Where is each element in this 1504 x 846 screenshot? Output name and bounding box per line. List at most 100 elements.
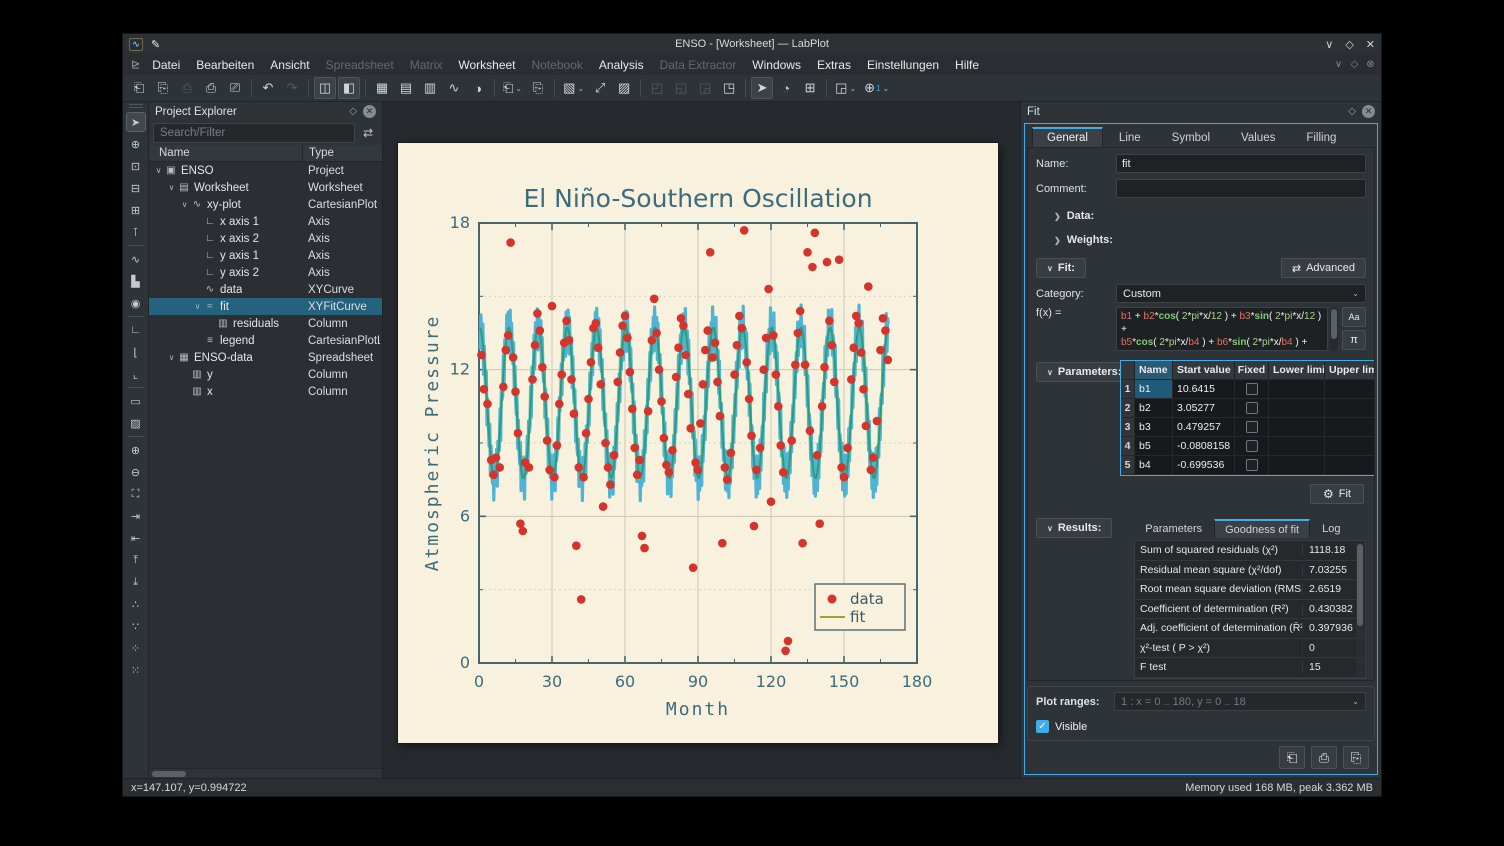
formula-scrollbar[interactable] [1330, 307, 1338, 351]
filter-options-icon[interactable]: ⇄ [358, 123, 378, 143]
functions-button[interactable]: Aa [1342, 307, 1366, 327]
shift-right-icon[interactable]: ⇥ [126, 506, 146, 526]
scale-reset-icon[interactable]: ⁙ [126, 660, 146, 680]
param-upper-limit-cell[interactable] [1325, 399, 1375, 417]
column-header-start-value[interactable]: Start value [1173, 361, 1235, 379]
tree-row-residuals[interactable]: ▥residualsColumn [149, 315, 382, 332]
param-fixed-cell[interactable] [1235, 418, 1269, 436]
data-section-toggle[interactable]: ❯ Data: [1054, 210, 1374, 222]
color-theme-icon[interactable]: ◑ [467, 77, 489, 99]
param-upper-limit-cell[interactable] [1325, 456, 1375, 474]
category-combobox[interactable]: Custom ⌄ [1116, 284, 1366, 303]
param-upper-limit-cell[interactable] [1325, 437, 1375, 455]
scale-auto-y-icon[interactable]: ⁘ [126, 638, 146, 658]
dock-float-icon[interactable]: ◇ [1348, 106, 1356, 117]
tree-row-x[interactable]: ▥xColumn [149, 383, 382, 400]
save-as-button[interactable]: ⎘ [1343, 746, 1369, 769]
polar-plot-tool-icon[interactable]: ◉ [126, 293, 146, 313]
formula-editor[interactable]: b1 + b2*cos( 2*pi*x/12 ) + b3*sin( 2*pi*… [1116, 307, 1328, 351]
menu-analysis[interactable]: Analysis [591, 56, 652, 74]
column-header-name[interactable]: Name [149, 145, 190, 161]
select-mode-icon[interactable]: ➤ [751, 77, 773, 99]
tree-row-xy-plot[interactable]: ∨∿xy-plotCartesianPlot [149, 196, 382, 213]
tree-row-x-axis-1[interactable]: ∟x axis 1Axis [149, 213, 382, 230]
menu-windows[interactable]: Windows [744, 56, 809, 74]
mdi-restore-icon[interactable]: ◇ [1348, 59, 1361, 70]
param-lower-limit-cell[interactable] [1269, 380, 1325, 398]
shift-up-icon[interactable]: ⤒ [126, 550, 146, 570]
column-header-fixed[interactable]: Fixed [1235, 361, 1269, 379]
param-lower-limit-cell[interactable] [1269, 418, 1325, 436]
layout-break-icon[interactable]: ◳ [718, 77, 740, 99]
tab-filling[interactable]: Filling [1291, 127, 1351, 147]
tab-values[interactable]: Values [1226, 127, 1290, 147]
x-axis-title[interactable]: Month [666, 699, 730, 720]
tree-row-fit[interactable]: ∨≈fitXYFitCurve [149, 298, 382, 315]
visible-checkbox[interactable]: ✓ [1036, 720, 1049, 733]
scrollbar-thumb[interactable] [1357, 544, 1363, 626]
param-fixed-cell[interactable] [1235, 437, 1269, 455]
name-input[interactable] [1116, 154, 1366, 173]
close-icon[interactable]: ✕ [1366, 38, 1375, 51]
axis-tool-3-icon[interactable]: ⌞ [126, 364, 146, 384]
new-xy-curve-icon[interactable]: ∿ [443, 77, 465, 99]
open-project-icon[interactable]: ⎘ [152, 77, 174, 99]
tab-general[interactable]: General [1032, 127, 1103, 147]
save-button[interactable]: ⎙ [1311, 746, 1337, 769]
weights-section-toggle[interactable]: ❯ Weights: [1054, 234, 1374, 246]
param-start-value-cell[interactable]: -0.0808158 [1173, 437, 1235, 455]
search-input[interactable] [153, 123, 355, 143]
advanced-button[interactable]: ⇄ Advanced [1281, 258, 1366, 278]
print-icon[interactable]: ⎙ [200, 77, 222, 99]
menu-datei[interactable]: Datei [144, 56, 188, 74]
scale-auto-icon[interactable]: ∴ [126, 594, 146, 614]
constants-button[interactable]: π [1342, 330, 1366, 350]
scrollbar-thumb[interactable] [152, 771, 186, 777]
box-tool-icon[interactable]: ▭ [126, 391, 146, 411]
tile-windows-icon[interactable]: ◫ [314, 77, 336, 99]
cascade-windows-icon[interactable]: ◧ [338, 77, 360, 99]
zoom-select-mode-icon[interactable]: ⊞ [799, 77, 821, 99]
menu-worksheet[interactable]: Worksheet [450, 56, 523, 74]
menu-ansicht[interactable]: Ansicht [262, 56, 317, 74]
zoom-in-icon[interactable]: ⊕ [126, 440, 146, 460]
y-axis-title[interactable]: Atmospheric Pressure [422, 315, 443, 572]
menu-hilfe[interactable]: Hilfe [947, 56, 987, 74]
dock-float-icon[interactable]: ◇ [349, 106, 357, 117]
expander-open-icon[interactable]: ∨ [179, 200, 190, 209]
zoom-out-icon[interactable]: ⊖ [126, 462, 146, 482]
tree-row-enso-data[interactable]: ∨▦ENSO-dataSpreadsheet [149, 349, 382, 366]
xy-curve-tool-icon[interactable]: ∿ [126, 249, 146, 269]
new-project-icon[interactable]: ⎗ [128, 77, 150, 99]
param-fixed-cell[interactable] [1235, 380, 1269, 398]
param-fixed-cell[interactable] [1235, 399, 1269, 417]
fixed-checkbox[interactable] [1246, 440, 1258, 452]
export-image-icon[interactable]: ▧⌄ [560, 77, 587, 99]
tree-row-y-axis-2[interactable]: ∟y axis 2Axis [149, 264, 382, 281]
fixed-checkbox[interactable] [1246, 383, 1258, 395]
column-header-row-number[interactable] [1121, 361, 1135, 379]
shift-down-icon[interactable]: ⤓ [126, 572, 146, 592]
tree-row-worksheet[interactable]: ∨▤WorksheetWorksheet [149, 179, 382, 196]
tree-column-header[interactable]: Name Type [149, 145, 382, 162]
tree-row-y[interactable]: ▥yColumn [149, 366, 382, 383]
menu-einstellungen[interactable]: Einstellungen [859, 56, 947, 74]
run-fit-button[interactable]: ⚙ Fit [1310, 484, 1364, 504]
screenshot-icon[interactable]: ▨ [613, 77, 635, 99]
results-tab-goodness-of-fit[interactable]: Goodness of fit [1214, 519, 1310, 538]
crosshair-mode-icon[interactable]: ◔ [775, 77, 797, 99]
histogram-tool-icon[interactable]: ▙ [126, 271, 146, 291]
axis-tool-1-icon[interactable]: ∟ [126, 320, 146, 340]
param-start-value-cell[interactable]: 0.479257 [1173, 418, 1235, 436]
scale-auto-x-icon[interactable]: ∵ [126, 616, 146, 636]
undo-icon[interactable]: ↶ [257, 77, 279, 99]
navigate-icon[interactable]: ⊕ [126, 134, 146, 154]
column-header-lower-limit[interactable]: Lower limit [1269, 361, 1325, 379]
zoom-fit-icon[interactable]: ⛶ [126, 484, 146, 504]
tab-line[interactable]: Line [1104, 127, 1156, 147]
chart-title[interactable]: El Niño-Southern Oscillation [523, 184, 872, 213]
param-start-value-cell[interactable]: 3.05277 [1173, 399, 1235, 417]
param-lower-limit-cell[interactable] [1269, 399, 1325, 417]
column-header-name[interactable]: Name [1135, 361, 1173, 379]
tree-row-enso[interactable]: ∨▣ENSOProject [149, 162, 382, 179]
